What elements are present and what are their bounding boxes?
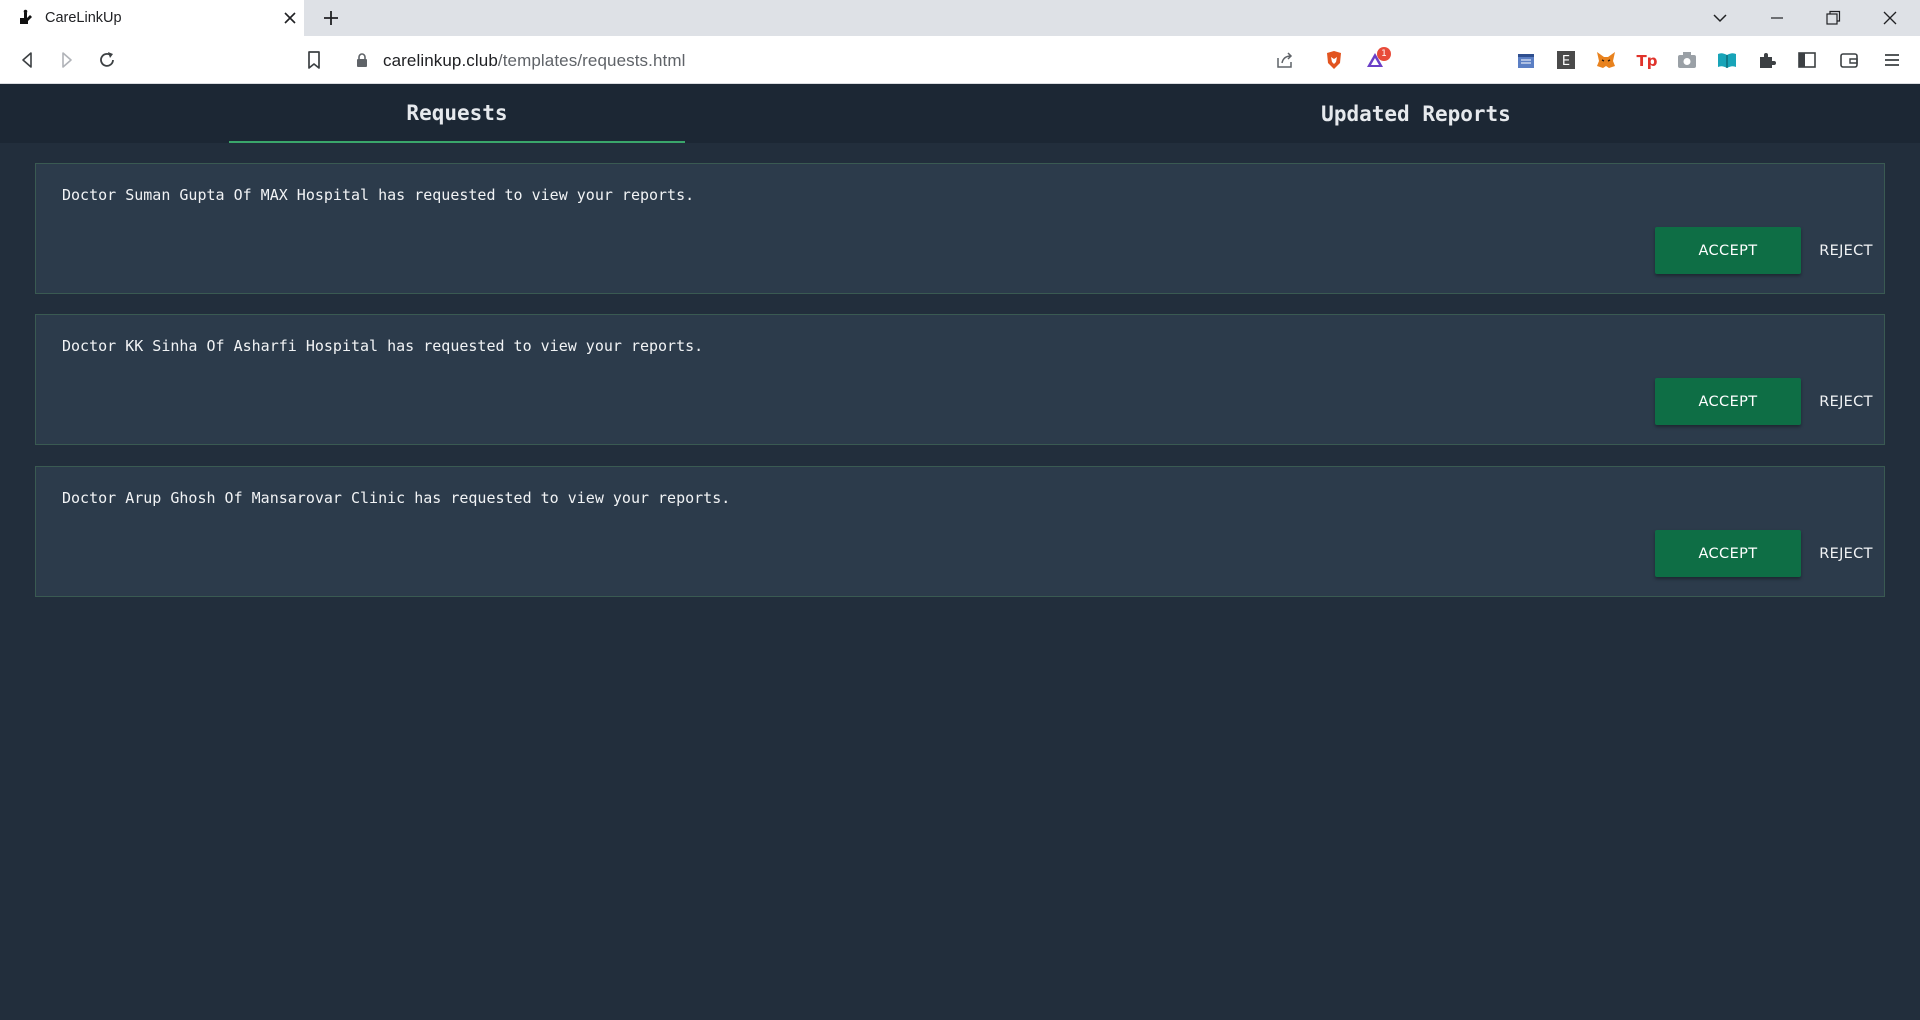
request-card: Doctor Arup Ghosh Of Mansarovar Clinic h… — [35, 466, 1885, 597]
menu-icon[interactable] — [1881, 49, 1903, 71]
request-message: Doctor Suman Gupta Of MAX Hospital has r… — [62, 186, 695, 204]
metamask-extension-icon[interactable] — [1595, 49, 1617, 71]
notification-badge: 1 — [1377, 47, 1391, 61]
reject-button[interactable]: REJECT — [1813, 530, 1879, 577]
minimize-icon[interactable] — [1767, 8, 1787, 28]
reject-button[interactable]: REJECT — [1813, 378, 1879, 425]
tab-updated-reports-label: Updated Reports — [1321, 101, 1511, 126]
badge-count: 1 — [1381, 49, 1387, 59]
request-message: Doctor KK Sinha Of Asharfi Hospital has … — [62, 337, 704, 355]
restore-icon[interactable] — [1823, 8, 1843, 28]
browser-tab[interactable]: CareLinkUp — [0, 0, 304, 36]
browser-toolbar: carelinkup.club/templates/requests.html … — [0, 36, 1920, 84]
url-path: /templates/requests.html — [497, 51, 686, 70]
tp-extension-icon[interactable]: Tp — [1636, 49, 1658, 71]
reload-icon[interactable] — [96, 49, 118, 71]
close-window-icon[interactable] — [1880, 8, 1900, 28]
lock-icon — [357, 53, 367, 67]
wallet-icon[interactable] — [1838, 49, 1860, 71]
plus-icon[interactable] — [321, 8, 341, 28]
tab-requests[interactable]: Requests — [229, 84, 685, 143]
camera-extension-icon[interactable] — [1676, 49, 1698, 71]
url-host: carelinkup.club — [383, 51, 498, 70]
page-content: Requests Updated Reports Doctor Suman Gu… — [0, 84, 1920, 1020]
accept-button[interactable]: ACCEPT — [1655, 227, 1801, 274]
share-icon[interactable] — [1274, 49, 1296, 71]
reject-button[interactable]: REJECT — [1813, 227, 1879, 274]
back-icon[interactable] — [16, 49, 38, 71]
e-extension-icon[interactable]: E — [1555, 49, 1577, 71]
brave-shield-icon[interactable] — [1323, 49, 1345, 71]
calendar-extension-icon[interactable] — [1515, 49, 1537, 71]
url-text: carelinkup.club/templates/requests.html — [383, 51, 686, 71]
bookmark-icon[interactable] — [303, 49, 325, 71]
carelinkup-favicon-icon — [20, 9, 32, 24]
sidebar-icon[interactable] — [1796, 49, 1818, 71]
accept-button[interactable]: ACCEPT — [1655, 378, 1801, 425]
svg-text:E: E — [1562, 54, 1570, 69]
tab-requests-label: Requests — [406, 100, 508, 125]
book-extension-icon[interactable] — [1716, 49, 1738, 71]
browser-tab-strip: CareLinkUp — [0, 0, 1920, 36]
svg-text:Tp: Tp — [1637, 52, 1658, 70]
extensions-icon[interactable] — [1756, 49, 1778, 71]
chevron-down-icon[interactable] — [1710, 8, 1730, 28]
address-bar[interactable]: carelinkup.club/templates/requests.html … — [341, 42, 1398, 78]
close-icon[interactable] — [281, 9, 299, 27]
request-message: Doctor Arup Ghosh Of Mansarovar Clinic h… — [62, 489, 731, 507]
page-tabs: Requests Updated Reports — [0, 84, 1920, 143]
tab-title: CareLinkUp — [45, 10, 122, 26]
request-card: Doctor Suman Gupta Of MAX Hospital has r… — [35, 163, 1885, 294]
forward-icon[interactable] — [56, 49, 78, 71]
accept-button[interactable]: ACCEPT — [1655, 530, 1801, 577]
request-card: Doctor KK Sinha Of Asharfi Hospital has … — [35, 314, 1885, 445]
tab-updated-reports[interactable]: Updated Reports — [1186, 84, 1646, 143]
